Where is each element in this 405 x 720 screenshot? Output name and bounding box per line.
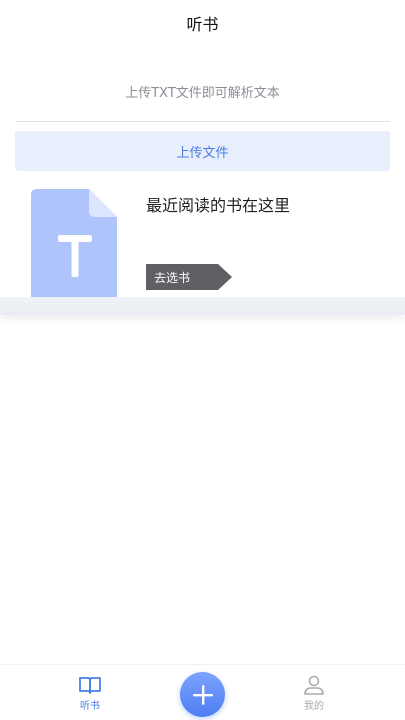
bookshelf-ledge	[0, 297, 405, 315]
tab-listen-label: 听书	[80, 701, 100, 712]
text-file-icon	[31, 189, 117, 301]
go-select-books-button[interactable]: 去选书	[146, 264, 232, 290]
top-bar: 听书	[0, 0, 405, 46]
app-screen: 听书 上传TXT文件即可解析文本 上传文件 最近阅读的书在这里 去选书 听书 我…	[0, 0, 405, 720]
go-select-books-label: 去选书	[154, 270, 191, 285]
recent-books-message: 最近阅读的书在这里	[146, 196, 291, 215]
tab-listen[interactable]: 听书	[60, 675, 120, 719]
upload-hint: 上传TXT文件即可解析文本	[125, 86, 280, 101]
book-icon	[79, 677, 101, 694]
person-icon	[304, 675, 324, 695]
tab-mine-label: 我的	[304, 701, 324, 712]
tab-mine[interactable]: 我的	[284, 675, 344, 719]
recent-books-section: 最近阅读的书在这里 去选书	[0, 186, 405, 302]
divider	[15, 121, 390, 122]
page-title: 听书	[186, 15, 219, 34]
plus-icon	[192, 684, 213, 705]
upload-file-button[interactable]: 上传文件	[15, 131, 390, 171]
upload-file-label: 上传文件	[176, 145, 229, 161]
add-button[interactable]	[180, 672, 225, 717]
